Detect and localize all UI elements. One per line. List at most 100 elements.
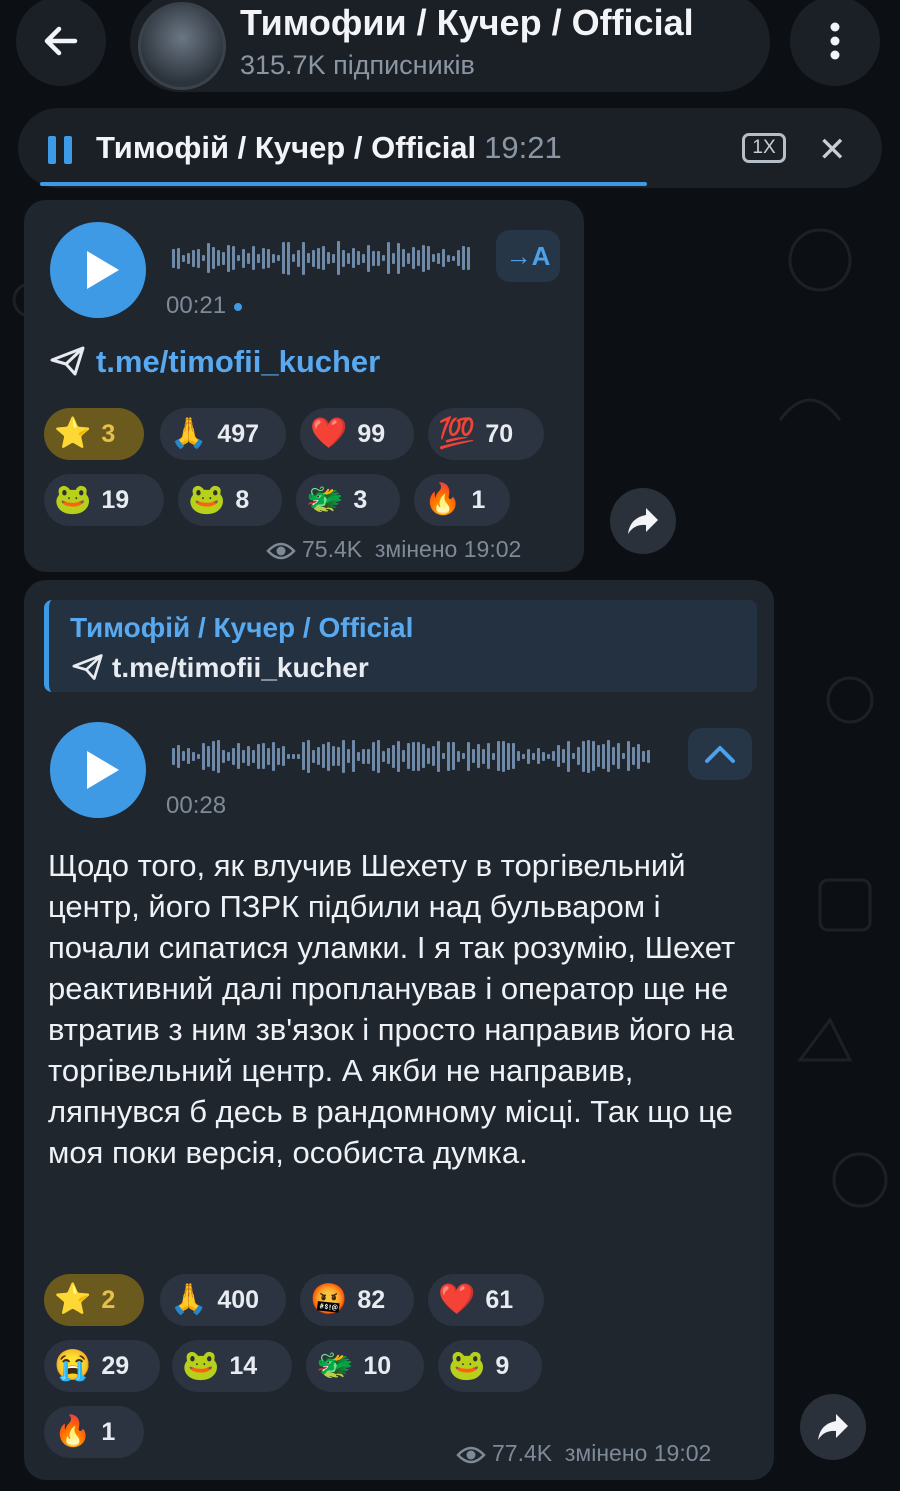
collapse-transcription-button[interactable] xyxy=(688,728,752,780)
waveform-bar xyxy=(237,255,240,261)
waveform-bar xyxy=(442,753,445,759)
eye-icon xyxy=(456,1446,486,1464)
waveform-bar xyxy=(407,743,410,769)
waveform-bar xyxy=(607,740,610,772)
edited-time: змінено 19:02 xyxy=(564,1440,712,1466)
heart-icon: ❤️ xyxy=(310,417,348,450)
channel-avatar[interactable] xyxy=(138,2,226,90)
reaction-chip[interactable]: 🔥 1 xyxy=(414,474,510,526)
waveform-bar xyxy=(537,748,540,764)
play-voice-button[interactable] xyxy=(50,722,146,818)
forward-button[interactable] xyxy=(800,1394,866,1460)
reaction-count: 9 xyxy=(495,1351,510,1380)
waveform-bar xyxy=(242,749,245,763)
play-voice-button[interactable] xyxy=(50,222,146,318)
reaction-chip[interactable]: 🐸 14 xyxy=(172,1340,292,1392)
waveform-bar xyxy=(482,748,485,764)
waveform-bar xyxy=(202,742,205,770)
waveform-bar xyxy=(637,743,640,769)
waveform-bar xyxy=(222,749,225,763)
reaction-chip[interactable]: ❤️ 99 xyxy=(300,408,414,460)
waveform-bar xyxy=(557,745,560,767)
waveform-bar xyxy=(412,247,415,269)
waveform-bar xyxy=(397,242,400,274)
view-count: 75.4K xyxy=(302,536,363,562)
waveform-bar xyxy=(197,248,200,268)
waveform-bar xyxy=(252,246,255,270)
waveform-bar xyxy=(187,748,190,764)
waveform-bar xyxy=(552,751,555,761)
pause-icon[interactable] xyxy=(48,136,74,164)
reaction-chip[interactable]: 😭 29 xyxy=(44,1340,160,1392)
waveform-bar xyxy=(442,249,445,267)
reaction-count: 400 xyxy=(217,1285,260,1314)
reaction-chip[interactable]: 💯 70 xyxy=(428,408,544,460)
back-button[interactable] xyxy=(16,0,106,86)
top-bar: Тимофии / Кучер / Official 315.7K підпис… xyxy=(0,0,900,100)
waveform-bar xyxy=(342,739,345,773)
forward-button[interactable] xyxy=(610,488,676,554)
waveform-bar xyxy=(452,255,455,261)
waveform-bar xyxy=(407,252,410,264)
waveform-bar xyxy=(417,250,420,266)
waveform-bar xyxy=(212,741,215,771)
pray-icon: 🙏 xyxy=(170,417,208,450)
reaction-chip[interactable]: 🙏 400 xyxy=(160,1274,286,1326)
voice-waveform[interactable] xyxy=(172,238,482,278)
waveform-bar xyxy=(387,748,390,764)
waveform-bar xyxy=(192,751,195,761)
waveform-bar xyxy=(472,749,475,763)
waveform-bar xyxy=(427,246,430,270)
reaction-count: 10 xyxy=(363,1351,392,1380)
waveform-bar xyxy=(312,249,315,267)
channel-title[interactable]: Тимофии / Кучер / Official xyxy=(240,2,694,44)
reaction-chip[interactable]: 🙏 497 xyxy=(160,408,286,460)
more-menu-button[interactable] xyxy=(790,0,880,86)
reaction-chip[interactable]: 🐲 3 xyxy=(296,474,400,526)
waveform-bar xyxy=(217,739,220,773)
quote-title: Тимофій / Кучер / Official xyxy=(70,612,414,643)
waveform-bar xyxy=(567,740,570,772)
waveform-bar xyxy=(237,743,240,769)
reaction-count: 1 xyxy=(101,1417,116,1446)
channel-link[interactable]: t.me/timofii_kucher xyxy=(50,344,380,380)
reaction-chip[interactable]: ❤️ 61 xyxy=(428,1274,544,1326)
waveform-bar xyxy=(277,747,280,765)
waveform-bar xyxy=(452,742,455,770)
voice-duration: 00:28 xyxy=(166,792,227,819)
playback-speed-button[interactable]: 1X xyxy=(742,133,786,163)
reaction-count: 2 xyxy=(101,1285,116,1314)
transcription-text: Щодо того, як влучив Шехету в торгівельн… xyxy=(48,848,736,1170)
reaction-chip[interactable]: 🐸 19 xyxy=(44,474,164,526)
waveform-bar xyxy=(467,246,470,270)
reaction-chip[interactable]: ⭐ 2 xyxy=(44,1274,144,1326)
quote-link[interactable]: t.me/timofii_kucher xyxy=(72,652,369,684)
waveform-bar xyxy=(532,752,535,760)
reaction-chip[interactable]: ⭐ 3 xyxy=(44,408,144,460)
waveform-bar xyxy=(507,742,510,770)
waveform-bar xyxy=(547,753,550,759)
waveform-bar xyxy=(467,741,470,771)
reaction-chip[interactable]: 🔥 1 xyxy=(44,1406,144,1458)
reaction-chip[interactable]: 🐲 10 xyxy=(306,1340,424,1392)
waveform-bar xyxy=(227,751,230,761)
waveform-bar xyxy=(422,744,425,768)
player-progress-bar[interactable] xyxy=(40,182,648,186)
waveform-bar xyxy=(257,743,260,769)
waveform-bar xyxy=(272,253,275,263)
reaction-chip[interactable]: 🤬 82 xyxy=(300,1274,414,1326)
waveform-bar xyxy=(437,252,440,264)
waveform-bar xyxy=(392,252,395,264)
reaction-chip[interactable]: 🐸 9 xyxy=(438,1340,542,1392)
transcribe-button[interactable]: →A xyxy=(496,230,560,282)
waveform-bar xyxy=(587,739,590,773)
voice-waveform[interactable] xyxy=(172,736,672,776)
close-player-icon[interactable]: ✕ xyxy=(818,130,847,170)
waveform-bar xyxy=(502,740,505,772)
reaction-chip[interactable]: 🐸 8 xyxy=(178,474,282,526)
star-icon: ⭐ xyxy=(54,417,92,450)
waveform-bar xyxy=(232,747,235,765)
angry-face-icon: 🤬 xyxy=(310,1283,348,1316)
player-title[interactable]: Тимофій / Кучер / Official 19:21 xyxy=(96,130,562,166)
frog-sticker-icon: 🐸 xyxy=(54,483,92,516)
